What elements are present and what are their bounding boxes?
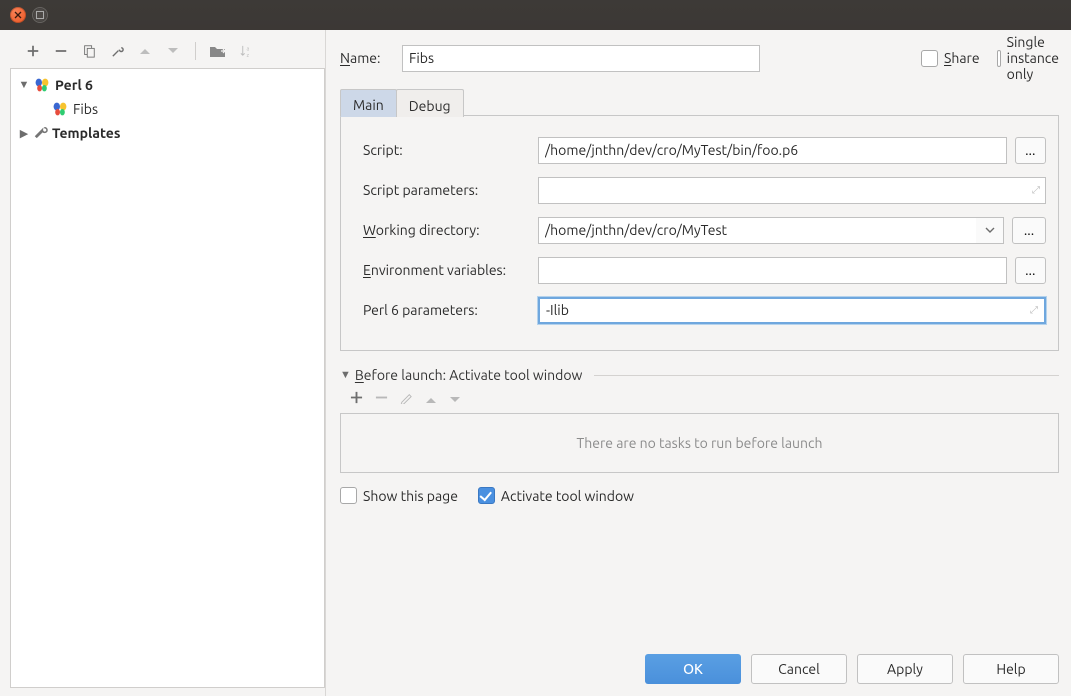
move-down-icon bbox=[164, 42, 182, 60]
tree-toolbar: az bbox=[10, 38, 325, 68]
expand-icon[interactable]: ⤢ bbox=[1032, 184, 1040, 196]
ok-button[interactable]: OK bbox=[645, 654, 741, 684]
close-icon[interactable] bbox=[10, 7, 26, 23]
tab-content-main: Script: ... Script parameters: ⤢ Working… bbox=[340, 116, 1059, 351]
checkbox-icon[interactable] bbox=[340, 487, 357, 504]
working-dir-browse-button[interactable]: ... bbox=[1012, 217, 1046, 244]
tree-node-templates[interactable]: ▶ Templates bbox=[11, 121, 324, 145]
checkbox-icon[interactable] bbox=[997, 50, 1001, 67]
perl6-icon bbox=[51, 101, 69, 117]
working-dir-label: Working directory: bbox=[363, 222, 538, 238]
svg-text:z: z bbox=[246, 53, 249, 59]
name-label: Name: bbox=[340, 50, 402, 66]
tasks-list-empty: There are no tasks to run before launch bbox=[340, 413, 1059, 473]
before-launch-toolbar bbox=[340, 387, 1059, 413]
env-vars-input[interactable] bbox=[538, 257, 1007, 284]
perl6-params-label: Perl 6 parameters: bbox=[363, 302, 538, 318]
expand-arrow-icon[interactable]: ▶ bbox=[17, 127, 31, 140]
tree-label: Templates bbox=[50, 125, 120, 141]
svg-text:a: a bbox=[246, 46, 249, 52]
copy-icon[interactable] bbox=[80, 42, 98, 60]
cancel-button[interactable]: Cancel bbox=[751, 654, 847, 684]
remove-icon[interactable] bbox=[52, 42, 70, 60]
expand-icon[interactable]: ⤢ bbox=[1030, 304, 1038, 316]
remove-task-icon bbox=[375, 391, 388, 407]
tree-label: Fibs bbox=[71, 101, 98, 117]
working-dir-input[interactable] bbox=[538, 217, 976, 244]
perl6-icon bbox=[33, 77, 51, 93]
add-icon[interactable] bbox=[24, 42, 42, 60]
folder-move-icon[interactable] bbox=[209, 42, 227, 60]
expand-arrow-icon[interactable]: ▼ bbox=[17, 79, 31, 91]
window-titlebar bbox=[0, 0, 1071, 30]
tree-node-fibs[interactable]: Fibs bbox=[11, 97, 324, 121]
single-instance-checkbox[interactable]: Single instance only bbox=[997, 34, 1059, 82]
sort-icon[interactable]: az bbox=[237, 42, 255, 60]
tab-main[interactable]: Main bbox=[340, 89, 397, 117]
edit-task-icon bbox=[400, 391, 413, 407]
settings-icon[interactable] bbox=[108, 42, 126, 60]
tab-bar: Main Debug bbox=[340, 88, 1059, 116]
tree-label: Perl 6 bbox=[53, 77, 93, 93]
tree-node-perl6[interactable]: ▼ Perl 6 bbox=[11, 73, 324, 97]
config-tree[interactable]: ▼ Perl 6 Fibs ▶ Templates bbox=[10, 68, 325, 688]
dialog-buttons: OK Cancel Apply Help bbox=[340, 634, 1059, 684]
collapse-arrow-icon[interactable]: ▼ bbox=[340, 369, 351, 381]
env-vars-label: Environment variables: bbox=[363, 262, 538, 278]
help-button[interactable]: Help bbox=[963, 654, 1059, 684]
wrench-icon bbox=[33, 124, 48, 142]
working-dir-dropdown[interactable] bbox=[976, 217, 1004, 244]
task-down-icon bbox=[449, 391, 461, 407]
right-panel: Name: Share Single instance only Main De… bbox=[326, 30, 1071, 696]
perl6-params-input[interactable] bbox=[538, 297, 1046, 324]
env-vars-browse-button[interactable]: ... bbox=[1015, 257, 1046, 284]
script-params-label: Script parameters: bbox=[363, 182, 538, 198]
add-task-icon[interactable] bbox=[350, 391, 363, 407]
share-checkbox[interactable]: Share bbox=[921, 50, 983, 67]
script-browse-button[interactable]: ... bbox=[1015, 137, 1046, 164]
script-params-input[interactable] bbox=[538, 177, 1046, 204]
tab-debug[interactable]: Debug bbox=[396, 89, 464, 117]
script-input[interactable] bbox=[538, 137, 1007, 164]
checkbox-icon[interactable] bbox=[921, 50, 938, 67]
left-panel: az ▼ Perl 6 Fibs ▶ bbox=[0, 30, 326, 696]
activate-tool-window-checkbox[interactable]: Activate tool window bbox=[478, 487, 634, 504]
show-this-page-checkbox[interactable]: Show this page bbox=[340, 487, 458, 504]
minimize-icon[interactable] bbox=[32, 7, 48, 23]
apply-button[interactable]: Apply bbox=[857, 654, 953, 684]
name-input[interactable] bbox=[402, 45, 760, 72]
checkbox-checked-icon[interactable] bbox=[478, 487, 495, 504]
move-up-icon bbox=[136, 42, 154, 60]
script-label: Script: bbox=[363, 142, 538, 158]
task-up-icon bbox=[425, 391, 437, 407]
before-launch-header[interactable]: ▼ Before launch: Activate tool window bbox=[340, 367, 1059, 383]
